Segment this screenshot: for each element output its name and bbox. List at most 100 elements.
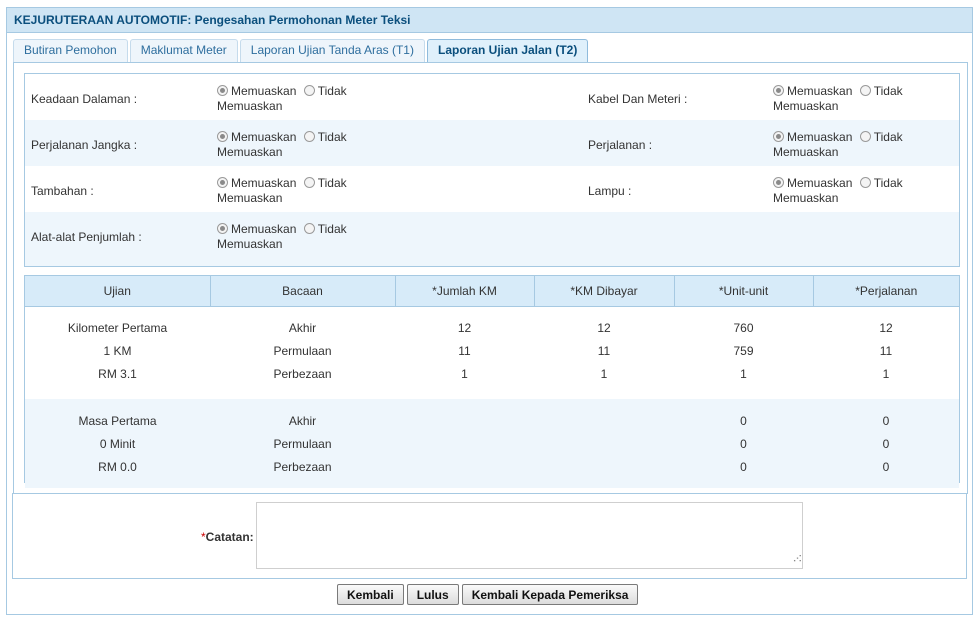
radio-unsatisfactory[interactable] [303, 85, 315, 96]
table-cell: 0 Minit [25, 432, 210, 455]
inspection-label: Alat-alat Penjumlah : [31, 230, 142, 244]
tab-maklumat-meter[interactable]: Maklumat Meter [129, 39, 238, 62]
table-cell: Permulaan [273, 343, 332, 358]
tab-bar: Butiran Pemohon Maklumat Meter Laporan U… [13, 39, 590, 63]
inspection-label: Perjalanan : [588, 138, 653, 152]
notes-label: *Catatan: [201, 530, 254, 544]
radio-unsatisfactory[interactable] [303, 131, 315, 142]
radio-satisfactory[interactable] [217, 131, 228, 142]
tab-laporan-t2[interactable]: Laporan Ujian Jalan (T2) [426, 39, 589, 63]
table-cell: Perbezaan [273, 366, 332, 381]
table-row: RM 3.1 Perbezaan 1 1 1 1 [25, 362, 959, 385]
table-cell: Akhir [288, 320, 317, 335]
table-cell: 11 [879, 343, 893, 358]
radio-unsatisfactory[interactable] [303, 223, 315, 234]
table-cell: 1 [600, 366, 608, 381]
table-group-first-time: Masa Pertama Akhir 0 0 0 Minit Permulaan… [25, 399, 959, 488]
radio-unsatisfactory[interactable] [859, 85, 871, 96]
tab-laporan-t1[interactable]: Laporan Ujian Tanda Aras (T1) [239, 39, 425, 62]
table-cell: Akhir [210, 409, 395, 432]
table-cell: Perbezaan [210, 455, 395, 478]
inspection-radio-group: Memuaskan Tidak Memuaskan [217, 130, 347, 159]
page-title: KEJURUTERAAN AUTOMOTIF: Pengesahan Permo… [7, 8, 972, 33]
pass-button[interactable]: Lulus [406, 584, 459, 605]
tab-panel: Keadaan Dalaman : Memuaskan Tidak Memuas… [13, 62, 968, 494]
table-cell: Masa Pertama [25, 409, 210, 432]
table-cell [395, 455, 534, 478]
table-cell: 12 [879, 320, 893, 335]
table-cell: Permulaan [210, 432, 395, 455]
inspection-row: Tambahan : Memuaskan Tidak Memuaskan Lam… [25, 166, 959, 212]
table-cell: 0 [674, 409, 813, 432]
return-to-inspector-button[interactable]: Kembali Kepada Pemeriksa [461, 584, 639, 605]
inspection-radio-group: Memuaskan Tidak Memuaskan [773, 84, 903, 113]
table-cell: 1 [461, 366, 468, 381]
column-header: Bacaan [210, 276, 396, 307]
column-header: *Perjalanan [813, 276, 959, 307]
table-cell: 12 [597, 320, 611, 335]
inspection-fieldset: Keadaan Dalaman : Memuaskan Tidak Memuas… [24, 73, 960, 267]
inspection-radio-group: Memuaskan Tidak Memuaskan [217, 176, 347, 205]
action-buttons: Kembali Lulus Kembali Kepada Pemeriksa [337, 584, 639, 605]
table-row: Masa Pertama Akhir 0 0 [25, 409, 959, 432]
table-cell [534, 455, 674, 478]
readings-table: Ujian Bacaan *Jumlah KM *KM Dibayar *Uni… [25, 276, 959, 488]
column-header: *KM Dibayar [534, 276, 675, 307]
table-cell: 1 [740, 366, 747, 381]
table-cell: 759 [733, 343, 754, 358]
table-cell: 0 [813, 409, 959, 432]
inspection-row: Perjalanan Jangka : Memuaskan Tidak Memu… [25, 120, 959, 166]
radio-satisfactory[interactable] [773, 131, 784, 142]
table-cell: 0 [813, 432, 959, 455]
radio-satisfactory[interactable] [217, 223, 228, 234]
table-cell: Kilometer Pertama [67, 320, 168, 335]
radio-unsatisfactory[interactable] [303, 177, 315, 188]
tab-butiran-pemohon[interactable]: Butiran Pemohon [13, 39, 128, 62]
back-button[interactable]: Kembali [337, 584, 404, 605]
inspection-label: Perjalanan Jangka : [31, 138, 138, 152]
inspection-label: Tambahan : [31, 184, 94, 198]
table-row: RM 0.0 Perbezaan 0 0 [25, 455, 959, 478]
table-cell: 0 [674, 432, 813, 455]
radio-satisfactory[interactable] [217, 177, 228, 188]
table-row: 0 Minit Permulaan 0 0 [25, 432, 959, 455]
table-header-row: Ujian Bacaan *Jumlah KM *KM Dibayar *Uni… [25, 276, 959, 307]
inspection-radio-group: Memuaskan Tidak Memuaskan [217, 222, 347, 251]
table-cell: 0 [674, 455, 813, 478]
radio-unsatisfactory[interactable] [859, 131, 871, 142]
radio-satisfactory[interactable] [773, 177, 784, 188]
table-cell [534, 409, 674, 432]
inspection-row: Keadaan Dalaman : Memuaskan Tidak Memuas… [25, 74, 959, 120]
table-group-first-km: Kilometer Pertama Akhir 12 12 760 12 1 K… [25, 306, 959, 399]
table-cell: 12 [457, 320, 472, 335]
table-cell: RM 0.0 [25, 455, 210, 478]
table-cell: 1 KM [103, 343, 132, 358]
table-cell: 0 [813, 455, 959, 478]
table-cell [395, 409, 534, 432]
column-header: *Unit-unit [674, 276, 814, 307]
notes-textarea[interactable] [256, 502, 803, 569]
table-cell: 1 [882, 366, 890, 381]
table-cell: RM 3.1 [98, 366, 137, 381]
inspection-row: Alat-alat Penjumlah : Memuaskan Tidak Me… [25, 212, 959, 266]
table-row: Kilometer Pertama Akhir 12 12 760 12 [25, 316, 959, 339]
inspection-label: Lampu : [588, 184, 632, 198]
table-cell [534, 432, 674, 455]
notes-section: *Catatan: ⠠⠪ [12, 493, 967, 579]
table-cell: 760 [733, 320, 754, 335]
resize-grip-icon[interactable]: ⠠⠪ [790, 555, 802, 564]
radio-unsatisfactory[interactable] [859, 177, 871, 188]
column-header: *Jumlah KM [395, 276, 535, 307]
inspection-label: Kabel Dan Meteri : [588, 92, 688, 106]
inspection-radio-group: Memuaskan Tidak Memuaskan [217, 84, 347, 113]
table-cell: 11 [458, 343, 471, 358]
radio-satisfactory[interactable] [217, 85, 228, 96]
inspection-radio-group: Memuaskan Tidak Memuaskan [773, 176, 903, 205]
table-row: 1 KM Permulaan 11 11 759 11 [25, 339, 959, 362]
radio-satisfactory[interactable] [773, 85, 784, 96]
table-cell: 11 [597, 343, 611, 358]
inspection-label: Keadaan Dalaman : [31, 92, 138, 106]
column-header: Ujian [25, 276, 211, 307]
inspection-radio-group: Memuaskan Tidak Memuaskan [773, 130, 903, 159]
readings-table-container: Ujian Bacaan *Jumlah KM *KM Dibayar *Uni… [24, 275, 960, 488]
